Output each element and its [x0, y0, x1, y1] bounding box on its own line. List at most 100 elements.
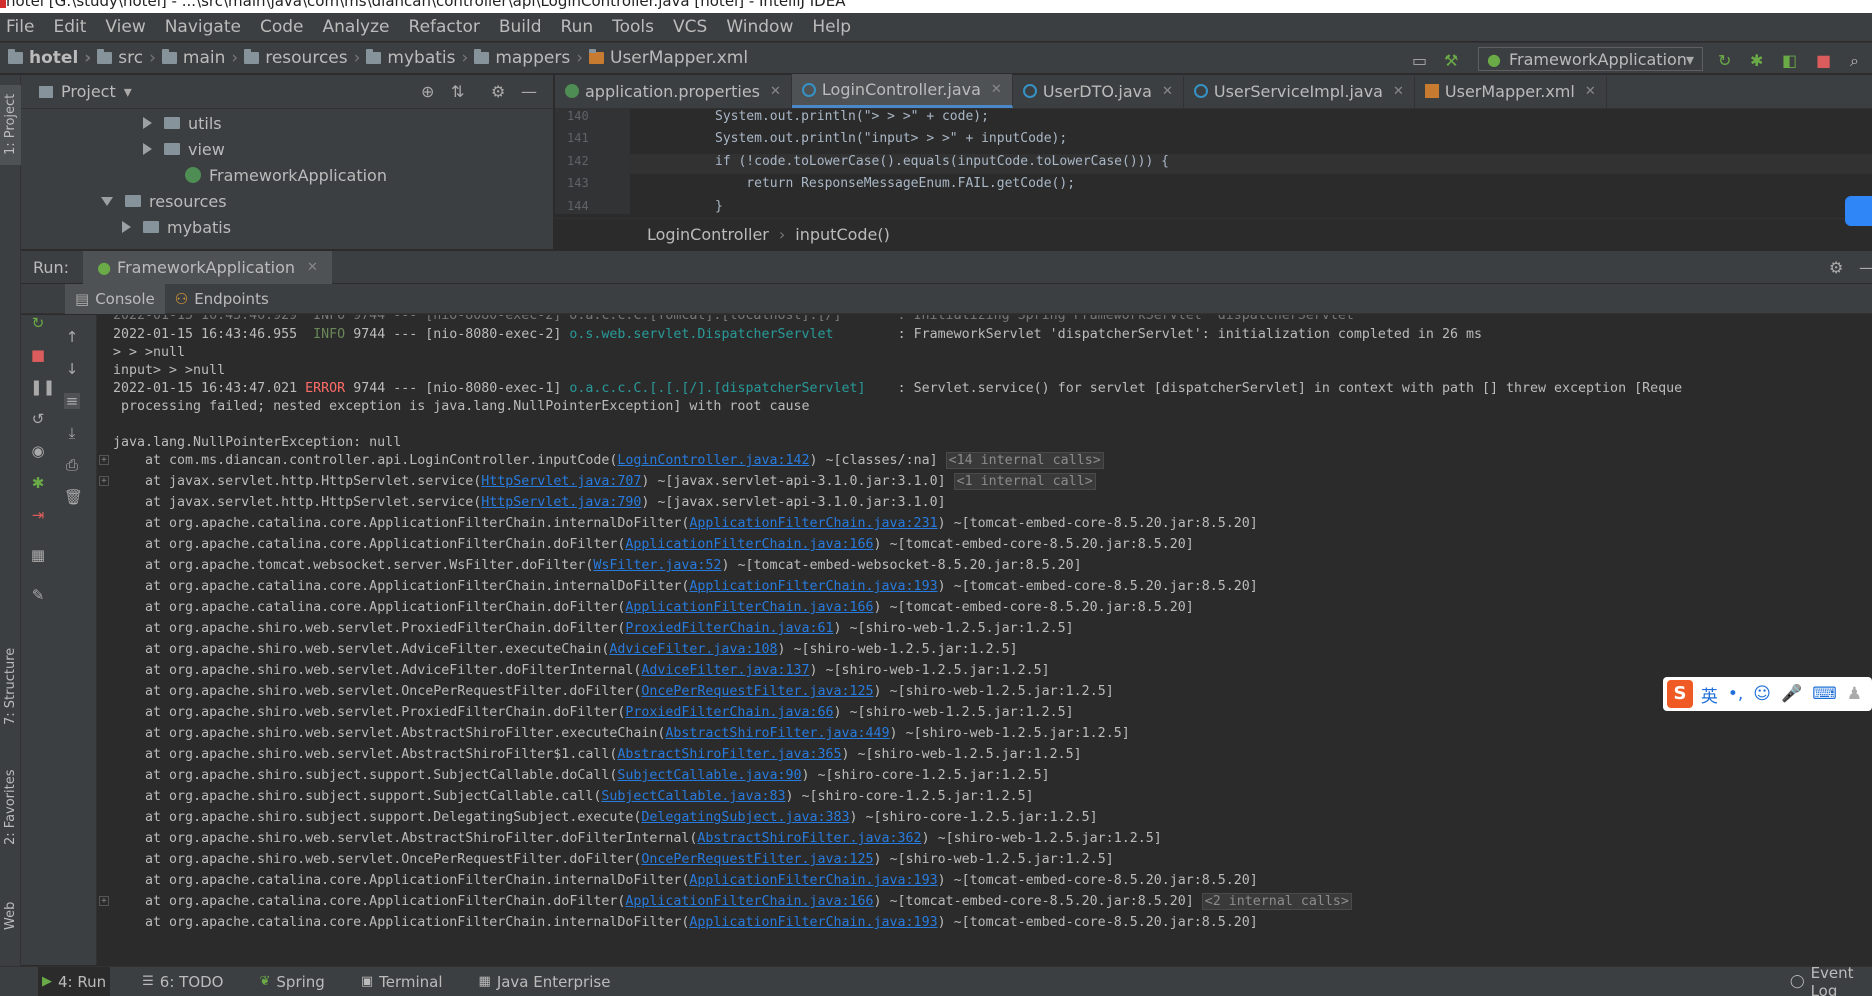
- source-link[interactable]: OncePerRequestFilter.java:125: [641, 852, 873, 867]
- close-icon[interactable]: ✕: [991, 82, 1002, 97]
- debug-icon[interactable]: ✱: [30, 475, 46, 491]
- menu-vcs[interactable]: VCS: [673, 17, 707, 37]
- source-link[interactable]: AbstractShiroFilter.java:362: [697, 831, 921, 846]
- pause-icon[interactable]: ❚❚: [30, 379, 55, 395]
- camera-icon[interactable]: ◉: [30, 443, 46, 459]
- source-link[interactable]: ApplicationFilterChain.java:231: [689, 516, 937, 531]
- source-link[interactable]: AdviceFilter.java:137: [641, 663, 809, 678]
- emoji-icon[interactable]: ☺: [1753, 684, 1771, 704]
- arrow-down-icon[interactable]: ↓: [64, 361, 80, 377]
- stop-icon[interactable]: ■: [1816, 51, 1831, 70]
- close-icon[interactable]: ✕: [1162, 84, 1173, 99]
- expand-icon[interactable]: [122, 221, 131, 233]
- run-configuration-selector[interactable]: ● FrameworkApplication ▾: [1478, 47, 1703, 71]
- soft-wrap-icon[interactable]: ≡: [64, 393, 80, 409]
- chevron-down-icon[interactable]: ▾: [124, 82, 132, 101]
- tab-userserviceimpl-java[interactable]: UserServiceImpl.java ✕: [1184, 74, 1415, 108]
- source-link[interactable]: ApplicationFilterChain.java:166: [625, 537, 873, 552]
- ime-toolbar[interactable]: S 英 •, ☺ 🎤 ⌨ ♟: [1663, 677, 1872, 711]
- tab-endpoints[interactable]: ⚇ Endpoints: [165, 284, 279, 314]
- menu-edit[interactable]: Edit: [53, 17, 86, 37]
- source-link[interactable]: AbstractShiroFilter.java:365: [617, 747, 841, 762]
- source-link[interactable]: HttpServlet.java:707: [481, 474, 641, 489]
- layout-icon[interactable]: ▭: [1412, 51, 1427, 70]
- breadcrumb-main[interactable]: main ›: [161, 48, 244, 68]
- tab-usermapper-xml[interactable]: UserMapper.xml ✕: [1415, 74, 1607, 108]
- source-link[interactable]: AdviceFilter.java:108: [609, 642, 777, 657]
- gear-icon[interactable]: ⚙: [491, 82, 505, 101]
- scroll-to-end-icon[interactable]: ⤓: [64, 425, 80, 441]
- source-link[interactable]: SubjectCallable.java:83: [601, 789, 785, 804]
- hide-panel-icon[interactable]: —: [1859, 258, 1872, 277]
- tab-console[interactable]: ▤ Console: [65, 283, 165, 314]
- run-tab-frameworkapplication[interactable]: ● FrameworkApplication ✕: [83, 250, 332, 284]
- web-tool-button[interactable]: Web: [3, 902, 18, 930]
- hide-panel-icon[interactable]: —: [521, 82, 537, 101]
- source-link[interactable]: DelegatingSubject.java:383: [641, 810, 849, 825]
- run-tool-button[interactable]: ▶ 4: Run: [38, 966, 111, 996]
- project-panel-title[interactable]: Project: [61, 82, 116, 101]
- microphone-icon[interactable]: 🎤: [1781, 684, 1802, 704]
- menu-build[interactable]: Build: [499, 17, 542, 37]
- source-link[interactable]: ProxiedFilterChain.java:61: [625, 621, 833, 636]
- todo-tool-button[interactable]: ☰ 6: TODO: [138, 967, 227, 996]
- internal-calls-badge[interactable]: <1 internal call>: [953, 473, 1096, 490]
- ime-language-toggle[interactable]: 英: [1701, 682, 1718, 707]
- menu-navigate[interactable]: Navigate: [165, 17, 241, 37]
- floating-widget-icon[interactable]: [1845, 196, 1872, 226]
- source-link[interactable]: ApplicationFilterChain.java:193: [689, 873, 937, 888]
- expand-icon[interactable]: [143, 143, 152, 155]
- close-icon[interactable]: ✕: [770, 84, 781, 99]
- collapse-all-icon[interactable]: ⇅: [451, 82, 464, 101]
- spring-tool-button[interactable]: ❦ Spring: [256, 967, 329, 996]
- terminal-tool-button[interactable]: ▣ Terminal: [357, 967, 447, 996]
- project-tool-button[interactable]: 1: Project: [3, 94, 18, 155]
- structure-tool-button[interactable]: 7: Structure: [3, 648, 18, 725]
- source-link[interactable]: ProxiedFilterChain.java:66: [625, 705, 833, 720]
- menu-help[interactable]: Help: [812, 17, 851, 37]
- print-icon[interactable]: ⎙: [64, 457, 80, 473]
- source-link[interactable]: ApplicationFilterChain.java:166: [625, 600, 873, 615]
- fold-expand-icon[interactable]: +: [99, 896, 109, 906]
- source-link[interactable]: ApplicationFilterChain.java:193: [689, 579, 937, 594]
- gear-icon[interactable]: ⚙: [1829, 258, 1843, 277]
- pin-icon[interactable]: ✎: [30, 587, 46, 603]
- build-hammer-icon[interactable]: ⚒: [1444, 51, 1458, 70]
- menu-view[interactable]: View: [105, 17, 145, 37]
- rerun-icon[interactable]: ↻: [1718, 51, 1731, 70]
- breadcrumb-resources[interactable]: resources ›: [244, 48, 366, 68]
- menu-run[interactable]: Run: [561, 17, 594, 37]
- restore-icon[interactable]: ↺: [30, 411, 46, 427]
- console-output[interactable]: 2022-01-15 16:43:46.929 INFO 9744 --- [n…: [97, 315, 1872, 965]
- close-icon[interactable]: ✕: [1393, 84, 1404, 99]
- collapse-icon[interactable]: [101, 196, 113, 206]
- stop-icon[interactable]: ■: [30, 347, 46, 363]
- tree-item-mybatis[interactable]: mybatis: [122, 214, 231, 240]
- source-link[interactable]: OncePerRequestFilter.java:125: [641, 684, 873, 699]
- close-icon[interactable]: ✕: [1585, 84, 1596, 99]
- expand-icon[interactable]: [143, 117, 152, 129]
- favorites-tool-button[interactable]: 2: Favorites: [3, 769, 18, 845]
- layout-icon[interactable]: ▦: [30, 547, 46, 563]
- code-editor[interactable]: 140 141 142 143 144 System.out.println("…: [555, 109, 1872, 214]
- search-icon[interactable]: ⌕: [1850, 51, 1859, 71]
- tree-item-frameworkapplication[interactable]: FrameworkApplication: [185, 162, 387, 188]
- locate-icon[interactable]: ⊕: [421, 82, 434, 101]
- tree-item-resources[interactable]: resources: [101, 188, 227, 214]
- rerun-icon[interactable]: ↻: [30, 315, 46, 331]
- tree-item-view[interactable]: view: [143, 136, 225, 162]
- breadcrumb-mybatis[interactable]: mybatis ›: [366, 48, 474, 68]
- menu-tools[interactable]: Tools: [612, 17, 654, 37]
- menu-analyze[interactable]: Analyze: [323, 17, 390, 37]
- arrow-up-icon[interactable]: ↑: [64, 329, 80, 345]
- punctuation-icon[interactable]: •,: [1728, 684, 1743, 704]
- menu-code[interactable]: Code: [260, 17, 304, 37]
- breadcrumb-src[interactable]: src ›: [97, 48, 162, 68]
- tab-logincontroller-java[interactable]: LoginController.java ✕: [791, 74, 1013, 108]
- source-link[interactable]: SubjectCallable.java:90: [617, 768, 801, 783]
- source-link[interactable]: ApplicationFilterChain.java:166: [625, 894, 873, 909]
- breadcrumb-mappers[interactable]: mappers ›: [474, 48, 589, 68]
- tree-item-utils[interactable]: utils: [143, 110, 222, 136]
- fold-expand-icon[interactable]: +: [99, 476, 109, 486]
- menu-window[interactable]: Window: [726, 17, 793, 37]
